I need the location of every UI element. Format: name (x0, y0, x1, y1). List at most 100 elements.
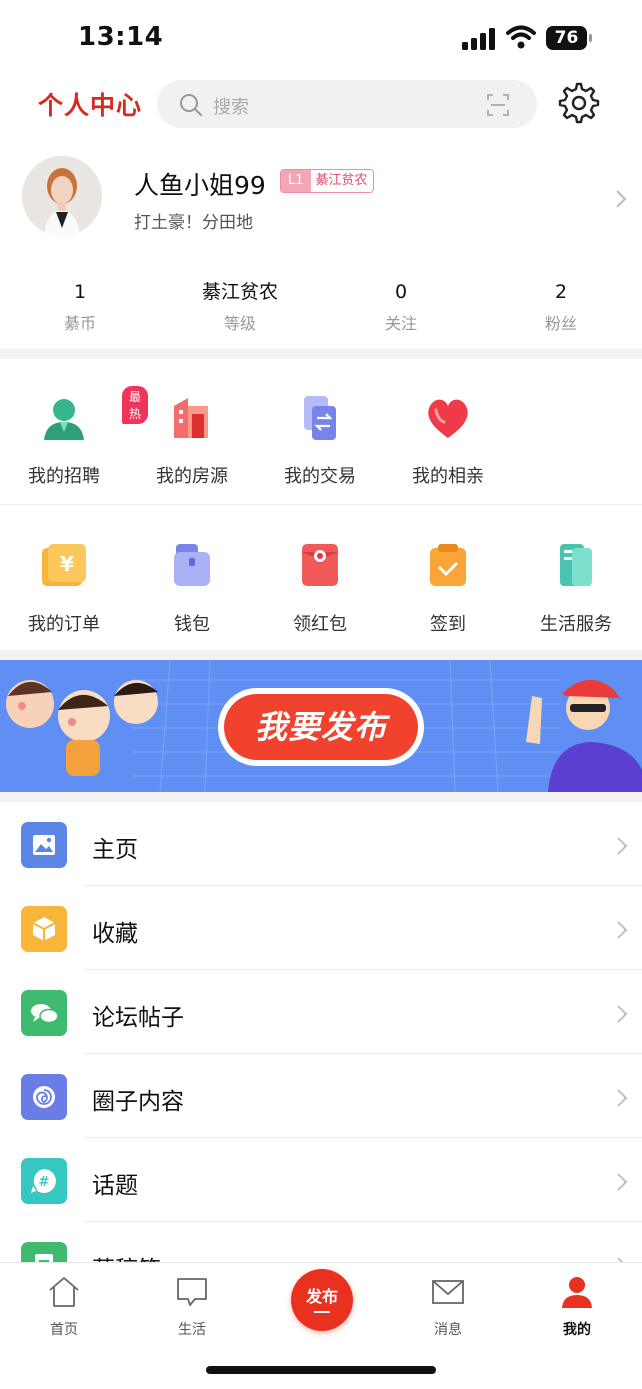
section-divider (0, 792, 642, 802)
publish-icon (314, 1311, 330, 1313)
menu-item-topics[interactable]: # 话题 (0, 1138, 642, 1222)
menu-item-forum-posts[interactable]: 论坛帖子 (0, 970, 642, 1054)
grid-item-dating[interactable]: 我的相亲 (384, 392, 512, 488)
grid-label: 钱包 (174, 614, 210, 635)
section-divider (0, 650, 642, 660)
avatar[interactable] (22, 156, 102, 236)
profile-card[interactable]: 人鱼小姐99 L1 綦江贫农 打土豪！分田地 (0, 152, 642, 248)
menu-label: 主页 (92, 837, 138, 863)
box-icon (32, 917, 56, 941)
stat-label: 綦币 (63, 314, 96, 333)
stat-level[interactable]: 綦江贫农 等级 (180, 278, 300, 334)
grid-label: 领红包 (293, 614, 347, 635)
chevron-right-icon (617, 921, 628, 939)
grid-item-orders[interactable]: ¥ 我的订单 (0, 540, 128, 636)
hashtag-icon: # (31, 1169, 56, 1193)
publish-banner[interactable]: 我要发布 (0, 660, 642, 792)
recruit-icon (44, 399, 84, 440)
level-name: 綦江贫农 (310, 170, 373, 192)
page-title: 个人中心 (38, 91, 143, 120)
stat-label: 粉丝 (544, 314, 577, 333)
grid-item-trade[interactable]: 我的交易 (256, 392, 384, 488)
tab-label: 生活 (178, 1322, 206, 1338)
message-square-icon (177, 1278, 207, 1306)
checkin-icon (430, 544, 466, 586)
menu-label: 圈子内容 (92, 1089, 184, 1115)
search-icon (180, 94, 202, 116)
search-input[interactable]: 搜索 (157, 80, 537, 128)
level-badge: L1 綦江贫农 (280, 169, 374, 193)
publish-banner-label: 我要发布 (224, 694, 418, 760)
gear-icon[interactable] (558, 82, 600, 124)
stat-value: 2 (554, 281, 568, 303)
stat-fans[interactable]: 2 粉丝 (501, 278, 621, 334)
order-icon: ¥ (42, 544, 86, 586)
publish-button[interactable]: 发布 (291, 1269, 353, 1331)
header: 个人中心 搜索 (0, 76, 642, 132)
menu-item-circle-content[interactable]: 圈子内容 (0, 1054, 642, 1138)
tab-label: 首页 (50, 1322, 78, 1338)
stat-following[interactable]: 0 关注 (341, 278, 461, 334)
signal-icon (462, 28, 498, 50)
menu-label: 收藏 (92, 921, 138, 947)
life-service-icon (560, 544, 592, 586)
tab-life[interactable]: 生活 (142, 1275, 242, 1339)
grid-label: 我的交易 (284, 466, 356, 487)
chevron-right-icon (617, 1089, 628, 1107)
username: 人鱼小姐99 (134, 171, 266, 200)
status-time: 13:14 (78, 22, 164, 52)
section-divider (0, 349, 642, 359)
svg-text:#: # (39, 1175, 50, 1190)
grid-item-house[interactable]: 我的房源 (128, 392, 256, 488)
red-packet-icon (302, 544, 338, 586)
house-icon (174, 398, 208, 438)
stat-coins[interactable]: 1 綦币 (20, 278, 140, 334)
grid-divider (0, 504, 642, 505)
tab-home[interactable]: 首页 (14, 1275, 114, 1339)
grid-item-life-service[interactable]: 生活服务 (512, 540, 640, 636)
tab-mine[interactable]: 我的 (527, 1275, 627, 1339)
menu-item-favorites[interactable]: 收藏 (0, 886, 642, 970)
grid-label: 签到 (430, 614, 466, 635)
home-indicator (206, 1366, 436, 1374)
level-code: L1 (281, 170, 311, 192)
tab-label: 我的 (563, 1322, 591, 1338)
spiral-icon (33, 1086, 55, 1108)
battery-level: 76 (546, 26, 587, 50)
chevron-right-icon (617, 1005, 628, 1023)
stat-value: 1 (73, 281, 87, 303)
wallet-icon (174, 544, 210, 586)
wifi-icon (506, 25, 536, 49)
menu-label: 论坛帖子 (92, 1005, 184, 1031)
grid-label: 我的订单 (28, 614, 100, 635)
grid-label: 我的相亲 (412, 466, 484, 487)
search-placeholder: 搜索 (213, 97, 249, 118)
grid-item-wallet[interactable]: 钱包 (128, 540, 256, 636)
mail-icon (432, 1280, 464, 1304)
battery-icon: 76 (546, 26, 592, 50)
grid-item-recruit[interactable]: 最热 我的招聘 (0, 386, 149, 488)
user-bio: 打土豪！分田地 (134, 213, 253, 233)
scan-icon[interactable] (487, 94, 509, 116)
stats-row: 1 綦币 綦江贫农 等级 0 关注 2 粉丝 (0, 278, 642, 338)
user-icon (562, 1277, 592, 1308)
svg-text:¥: ¥ (60, 552, 74, 576)
chevron-right-icon (617, 1173, 628, 1191)
stat-label: 关注 (384, 314, 417, 333)
publish-banner-button[interactable]: 我要发布 (218, 688, 424, 766)
stat-value: 綦江贫农 (201, 281, 278, 303)
grid-item-checkin[interactable]: 签到 (384, 540, 512, 636)
tab-messages[interactable]: 消息 (398, 1275, 498, 1339)
chevron-right-icon (617, 837, 628, 855)
menu-label: 话题 (92, 1173, 138, 1199)
stat-value: 0 (394, 281, 408, 303)
menu-item-home[interactable]: 主页 (0, 802, 642, 886)
chat-icon (31, 1004, 59, 1024)
trade-icon (304, 396, 336, 440)
grid-item-red-packet[interactable]: 领红包 (256, 540, 384, 636)
image-icon (33, 835, 55, 855)
heart-icon (428, 399, 468, 438)
grid-label: 生活服务 (540, 614, 612, 635)
tab-label: 消息 (434, 1322, 462, 1338)
grid-label: 我的招聘 (28, 466, 100, 487)
